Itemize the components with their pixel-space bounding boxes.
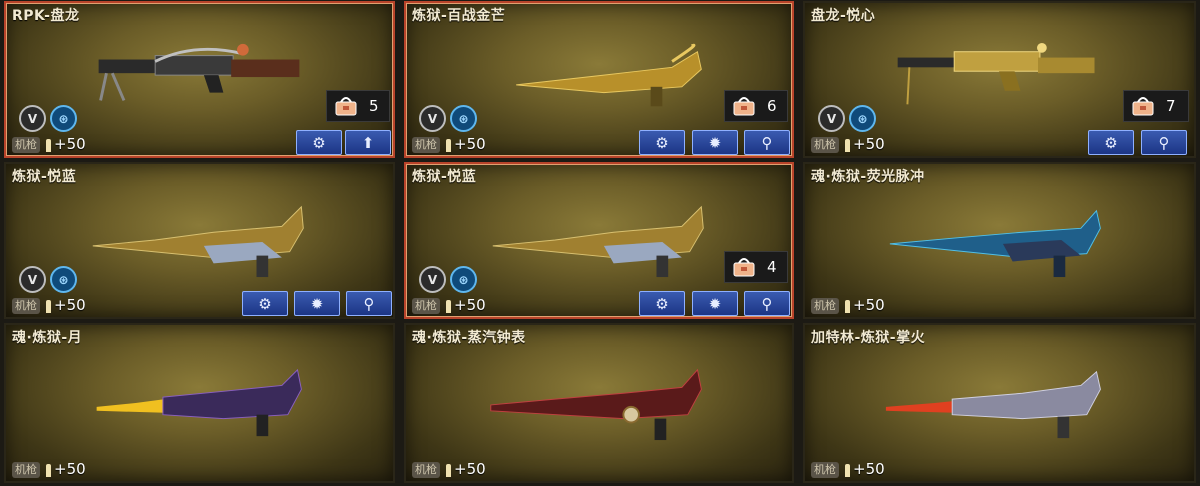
bullet-icon xyxy=(46,464,51,477)
customize-button[interactable]: ⚙ xyxy=(1088,130,1134,155)
gear-icon: ✹ xyxy=(708,133,722,152)
ammo-bonus: +50 xyxy=(454,460,486,478)
weapon-card-panlong-yuexin[interactable]: 盘龙-悦心 V ⊛ 机枪 +50 7 ⚙ ⚲ xyxy=(803,1,1196,158)
weapon-card-lianyu-baizhan[interactable]: 炼狱-百战金芒 V ⊛ 机枪 +50 6 ⚙ ✹ ⚲ xyxy=(404,1,794,158)
item-count: 4 xyxy=(767,258,777,276)
steering-wheel-icon: ⊛ xyxy=(50,266,77,293)
arrow-up-icon: ⬆ xyxy=(361,133,375,152)
wrench-gear-icon: ⚙ xyxy=(655,133,669,152)
customize-button[interactable]: ⚙ xyxy=(639,291,685,316)
item-count-box: 4 xyxy=(724,251,788,283)
vip-badge-icon: V xyxy=(19,105,46,132)
steering-wheel-icon: ⊛ xyxy=(450,266,477,293)
vip-badge-icon: V xyxy=(818,105,845,132)
bullet-icon xyxy=(46,300,51,313)
weapon-type-tag: 机枪 xyxy=(811,137,839,153)
wrench-gear-icon: ⚙ xyxy=(258,294,272,313)
weapon-card-hun-lianyu-yingguang[interactable]: 魂·炼狱-荧光脉冲 机枪 +50 xyxy=(803,162,1196,319)
item-count-box: 5 xyxy=(326,90,390,122)
weapon-image xyxy=(96,368,302,437)
gear-icon: ✹ xyxy=(708,294,722,313)
wrench-gear-icon: ⚙ xyxy=(1104,133,1118,152)
bag-icon xyxy=(335,96,357,116)
customize-button[interactable]: ⚙ xyxy=(296,130,342,155)
settings-button[interactable]: ✹ xyxy=(692,130,738,155)
weapon-card-rpk-panlong[interactable]: RPK-盘龙 V ⊛ 机枪 +50 5 ⚙ ⬆ xyxy=(4,1,395,158)
vip-badge-icon: V xyxy=(19,266,46,293)
ammo-bonus: +50 xyxy=(454,296,486,314)
weapon-type-tag: 机枪 xyxy=(412,462,440,478)
gear-icon: ✹ xyxy=(310,294,324,313)
steering-wheel-icon: ⊛ xyxy=(450,105,477,132)
inspect-button[interactable]: ⚲ xyxy=(346,291,392,316)
bullet-icon xyxy=(446,139,451,152)
bullet-icon xyxy=(845,464,850,477)
weapon-image xyxy=(897,42,1095,105)
item-count-box: 7 xyxy=(1123,90,1189,122)
wrench-gear-icon: ⚙ xyxy=(312,133,326,152)
weapon-image xyxy=(889,209,1101,278)
weapon-card-hun-lianyu-yue[interactable]: 魂·炼狱-月 机枪 +50 xyxy=(4,323,395,483)
ammo-bonus: +50 xyxy=(54,296,86,314)
bag-icon xyxy=(1132,96,1154,116)
bullet-icon xyxy=(845,300,850,313)
bag-icon xyxy=(733,257,755,277)
item-count: 5 xyxy=(369,97,379,115)
customize-button[interactable]: ⚙ xyxy=(242,291,288,316)
weapon-type-tag: 机枪 xyxy=(412,137,440,153)
bullet-icon xyxy=(446,464,451,477)
magnifier-icon: ⚲ xyxy=(761,294,773,313)
steering-wheel-icon: ⊛ xyxy=(50,105,77,132)
weapon-card-lianyu-yuelan-2[interactable]: 炼狱-悦蓝 V ⊛ 机枪 +50 4 ⚙ ✹ ⚲ xyxy=(404,162,794,319)
ammo-bonus: +50 xyxy=(454,135,486,153)
weapon-image xyxy=(490,368,702,441)
steering-wheel-icon: ⊛ xyxy=(849,105,876,132)
bullet-icon xyxy=(46,139,51,152)
vip-badge-icon: V xyxy=(419,105,446,132)
ammo-bonus: +50 xyxy=(853,460,885,478)
ammo-bonus: +50 xyxy=(853,296,885,314)
weapon-card-gatling-lianyu-zhanghuo[interactable]: 加特林-炼狱-掌火 机枪 +50 xyxy=(803,323,1196,483)
settings-button[interactable]: ✹ xyxy=(294,291,340,316)
vip-badge-icon: V xyxy=(419,266,446,293)
inspect-button[interactable]: ⚲ xyxy=(1141,130,1187,155)
weapon-image xyxy=(885,370,1101,439)
weapon-type-tag: 机枪 xyxy=(412,298,440,314)
upgrade-button[interactable]: ⬆ xyxy=(345,130,391,155)
bag-icon xyxy=(733,96,755,116)
weapon-card-hun-lianyu-zhengqi[interactable]: 魂·炼狱-蒸汽钟表 机枪 +50 xyxy=(404,323,794,483)
item-count-box: 6 xyxy=(724,90,788,122)
ammo-bonus: +50 xyxy=(54,460,86,478)
weapon-card-lianyu-yuelan[interactable]: 炼狱-悦蓝 V ⊛ 机枪 +50 ⚙ ✹ ⚲ xyxy=(4,162,395,319)
settings-button[interactable]: ✹ xyxy=(692,291,738,316)
customize-button[interactable]: ⚙ xyxy=(639,130,685,155)
weapon-grid: RPK-盘龙 V ⊛ 机枪 +50 5 ⚙ ⬆ 炼狱-百战金芒 V ⊛ 机枪 +… xyxy=(0,0,1200,486)
weapon-type-tag: 机枪 xyxy=(811,462,839,478)
weapon-type-tag: 机枪 xyxy=(12,462,40,478)
inspect-button[interactable]: ⚲ xyxy=(744,130,790,155)
magnifier-icon: ⚲ xyxy=(1158,133,1170,152)
item-count: 7 xyxy=(1166,97,1176,115)
item-count: 6 xyxy=(767,97,777,115)
ammo-bonus: +50 xyxy=(54,135,86,153)
inspect-button[interactable]: ⚲ xyxy=(744,291,790,316)
ammo-bonus: +50 xyxy=(853,135,885,153)
magnifier-icon: ⚲ xyxy=(363,294,375,313)
bullet-icon xyxy=(446,300,451,313)
weapon-type-tag: 机枪 xyxy=(12,298,40,314)
bullet-icon xyxy=(845,139,850,152)
wrench-gear-icon: ⚙ xyxy=(655,294,669,313)
magnifier-icon: ⚲ xyxy=(761,133,773,152)
weapon-type-tag: 机枪 xyxy=(12,137,40,153)
weapon-type-tag: 机枪 xyxy=(811,298,839,314)
